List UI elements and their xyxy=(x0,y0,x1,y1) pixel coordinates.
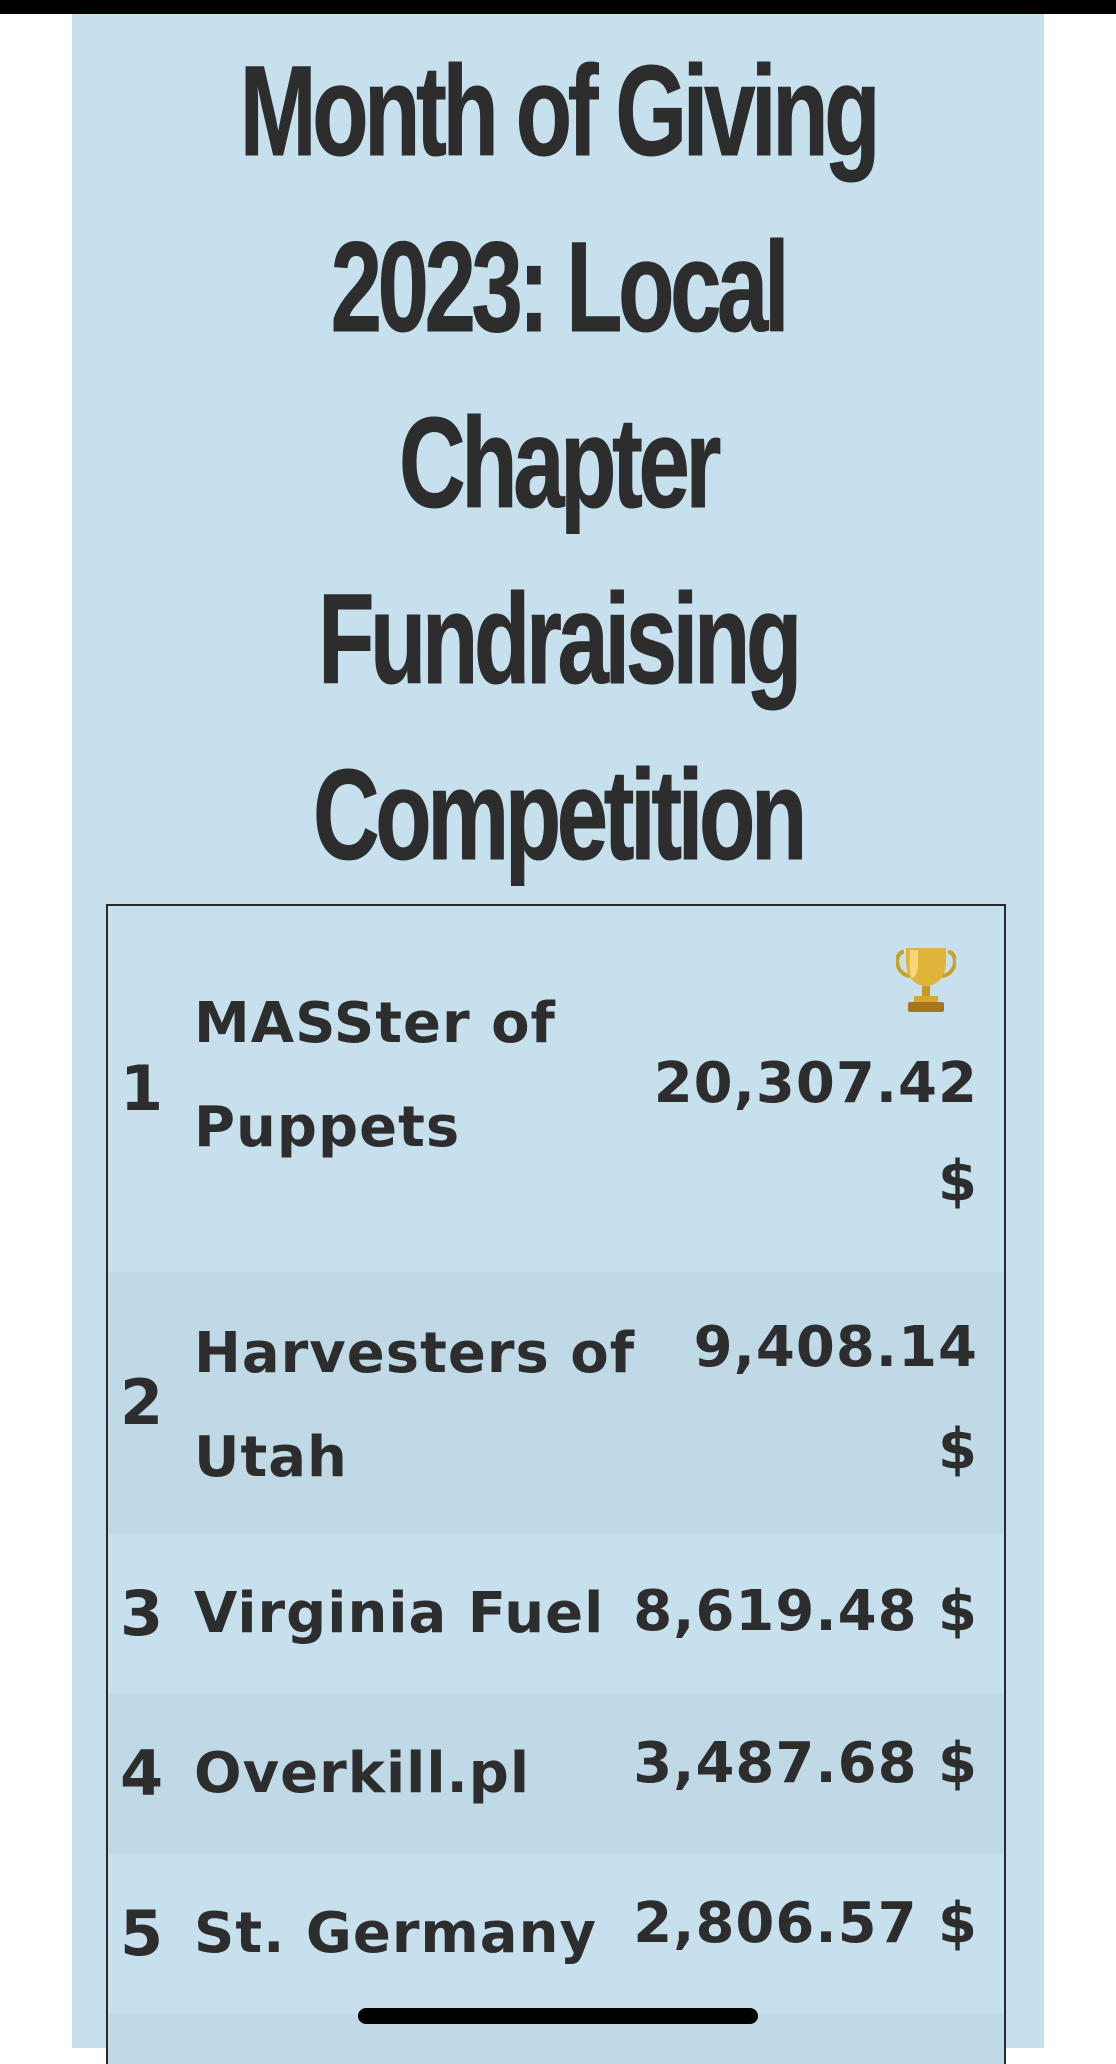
leaderboard-table: 1 MASSter of Puppets 20,307.42 $ 2 Harve… xyxy=(106,904,1006,2064)
trophy-icon xyxy=(896,948,956,1012)
table-row: 4 Overkill.pl 3,487.68 $ xyxy=(108,1694,1004,1854)
chapter-name: Virginia Fuel xyxy=(194,1581,605,1646)
rank-number: 2 xyxy=(120,1366,164,1439)
amount-raised: 8,619.48 $ xyxy=(633,1579,978,1644)
rank-number: 4 xyxy=(120,1737,164,1810)
currency-symbol: $ xyxy=(938,1149,978,1214)
chapter-name: MASSter of xyxy=(194,991,556,1056)
status-bar-edge xyxy=(0,0,1116,14)
chapter-name: Harvesters of xyxy=(194,1321,636,1386)
rank-number: 5 xyxy=(120,1897,164,1970)
home-indicator[interactable] xyxy=(358,2008,758,2024)
rank-number: 3 xyxy=(120,1577,164,1650)
chapter-name-continued: Puppets xyxy=(194,1095,461,1160)
chapter-name: Overkill.pl xyxy=(194,1741,531,1806)
rank-number: 1 xyxy=(120,1052,164,1125)
amount-raised: 3,487.68 $ xyxy=(633,1731,978,1796)
chapter-name-continued: Utah xyxy=(194,1425,348,1490)
amount-raised: 20,307.42 xyxy=(653,1051,978,1116)
currency-symbol: $ xyxy=(938,1417,978,1482)
table-row: 1 MASSter of Puppets 20,307.42 $ xyxy=(108,906,1004,1272)
amount-raised: 9,408.14 xyxy=(693,1315,978,1380)
chapter-name: St. Germany xyxy=(194,1901,597,1966)
competition-panel: Month of Giving 2023: Local Chapter Fund… xyxy=(72,14,1044,2064)
table-row: 5 St. Germany 2,806.57 $ xyxy=(108,1854,1004,2014)
table-row: 3 Virginia Fuel 8,619.48 $ xyxy=(108,1534,1004,1694)
page-title: Month of Giving 2023: Local Chapter Fund… xyxy=(239,40,881,888)
amount-raised: 2,806.57 $ xyxy=(633,1891,978,1956)
table-row: 2 Harvesters of Utah 9,408.14 $ xyxy=(108,1272,1004,1534)
